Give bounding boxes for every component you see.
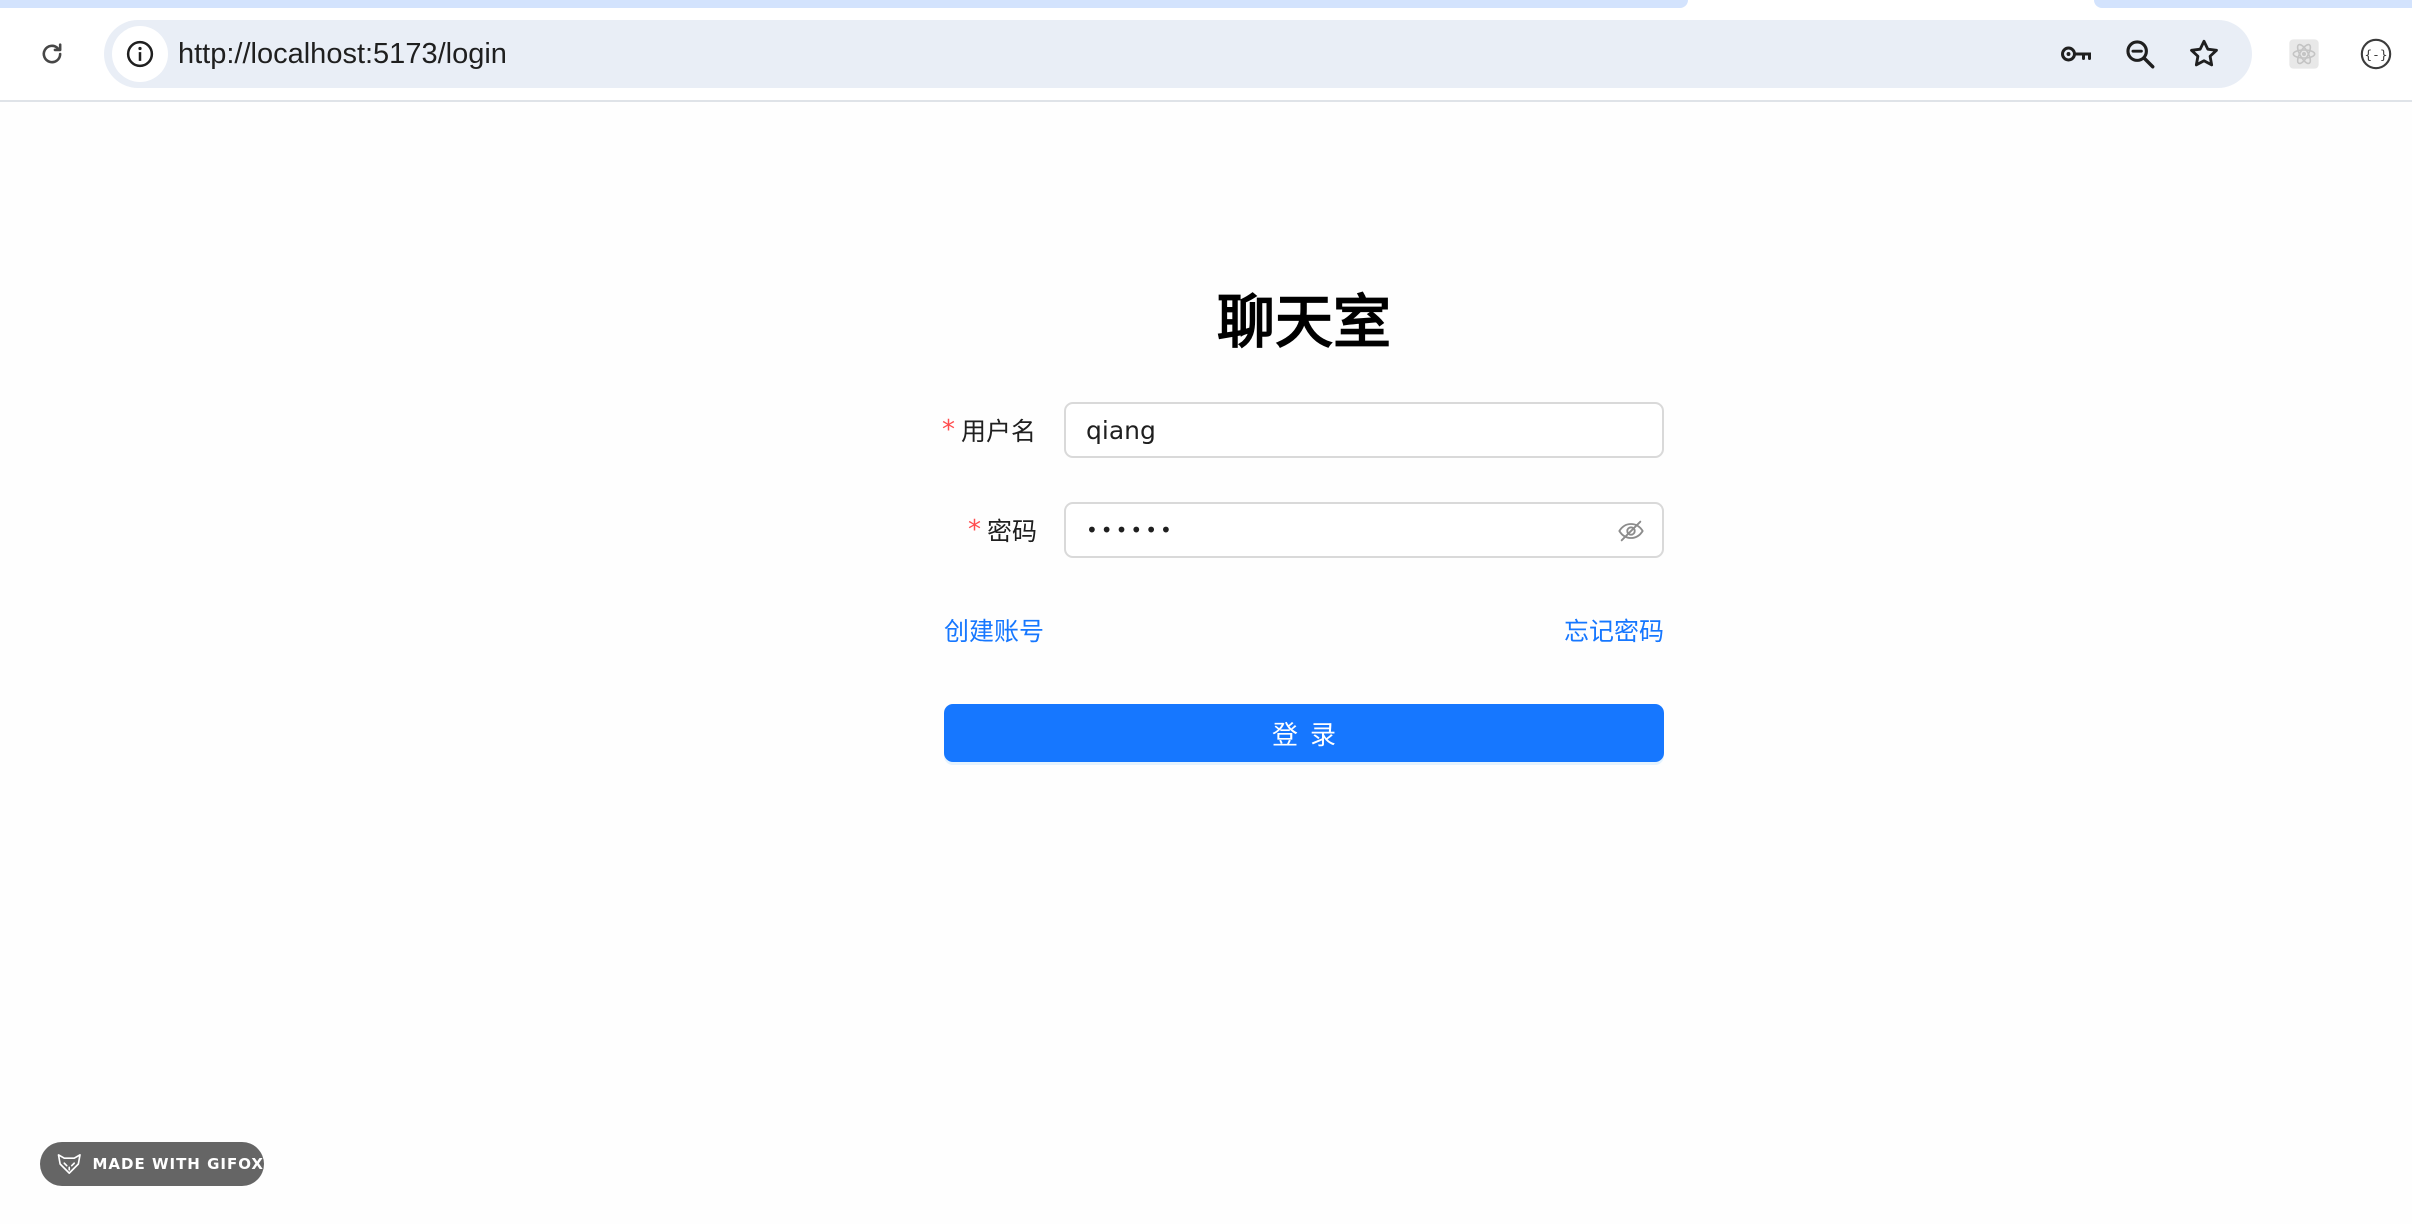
username-label: * 用户名 [942, 402, 1036, 458]
address-bar[interactable]: http://localhost:5173/login [104, 20, 2252, 88]
star-icon [2190, 39, 2218, 67]
url-text[interactable]: http://localhost:5173/login [178, 36, 507, 72]
required-mark: * [968, 515, 981, 545]
reload-button[interactable] [24, 30, 80, 78]
active-tab-edge [0, 0, 1688, 8]
extension-react-devtools[interactable] [2282, 32, 2326, 76]
inactive-tab-edge [2094, 0, 2412, 8]
page-title: 聊天室 [1216, 288, 1391, 356]
react-devtools-icon [2289, 39, 2319, 69]
key-icon [2061, 46, 2091, 62]
login-button[interactable]: 登录 [944, 704, 1664, 762]
info-icon [126, 40, 154, 68]
password-manager-button[interactable] [2054, 32, 2098, 76]
gifox-watermark: MADE WITH GIFOX [40, 1142, 264, 1186]
required-mark: * [942, 415, 955, 445]
username-input[interactable] [1086, 404, 1626, 456]
password-input[interactable]: •••••• [1086, 504, 1175, 556]
browser-toolbar: http://localhost:5173/login {-} [0, 0, 2412, 102]
forgot-password-link[interactable]: 忘记密码 [1564, 612, 1664, 652]
username-label-text: 用户名 [961, 417, 1037, 446]
reload-icon [42, 43, 62, 64]
site-info-button[interactable] [112, 26, 168, 82]
zoom-out-icon [2126, 40, 2155, 69]
password-field[interactable]: •••••• [1064, 502, 1664, 558]
eye-invisible-icon [1618, 520, 1644, 542]
password-visibility-toggle[interactable] [1614, 514, 1648, 548]
create-account-link[interactable]: 创建账号 [944, 612, 1044, 652]
svg-text:{-}: {-} [2364, 48, 2387, 63]
password-label: * 密码 [968, 502, 1037, 558]
extension-json[interactable]: {-} [2354, 32, 2398, 76]
gifox-text: MADE WITH GIFOX [92, 1155, 264, 1173]
password-label-text: 密码 [987, 517, 1038, 546]
username-field[interactable] [1064, 402, 1664, 458]
bookmark-button[interactable] [2182, 32, 2226, 76]
json-extension-icon: {-} [2360, 38, 2392, 70]
zoom-button[interactable] [2118, 32, 2162, 76]
fox-logo-icon [57, 1154, 81, 1174]
